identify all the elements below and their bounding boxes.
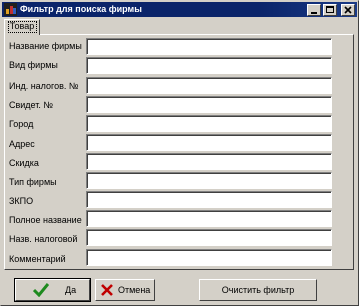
discount-input[interactable]: [86, 153, 332, 170]
comment-input[interactable]: [86, 249, 332, 266]
minimize-icon: [311, 12, 317, 14]
label-city: Город: [9, 119, 34, 129]
city-input[interactable]: [86, 115, 332, 132]
label-company-name: Название фирмы: [9, 41, 82, 51]
close-button[interactable]: [341, 4, 355, 16]
zkpo-input[interactable]: [86, 191, 332, 208]
minimize-button[interactable]: [307, 4, 321, 16]
tax-id-input[interactable]: [86, 77, 332, 94]
full-name-input[interactable]: [86, 210, 332, 227]
label-discount: Скидка: [9, 158, 39, 168]
cancel-x-icon: [101, 284, 113, 296]
filter-dialog: Фильтр для поиска фирмы Товар Название ф…: [0, 0, 359, 306]
label-certificate-no: Свидет. №: [9, 100, 54, 110]
cancel-button[interactable]: Отмена: [95, 279, 155, 301]
address-input[interactable]: [86, 134, 332, 151]
label-tax-id: Инд. налогов. №: [9, 81, 79, 91]
label-tax-office-name: Назв. налоговой: [9, 234, 78, 244]
certificate-no-input[interactable]: [86, 96, 332, 113]
label-zkpo: ЗКПО: [9, 196, 34, 206]
tab-tovar[interactable]: Товар: [4, 19, 40, 35]
label-full-name: Полное название: [9, 215, 82, 225]
app-icon: [4, 3, 17, 16]
label-company-type: Тип фирмы: [9, 177, 57, 187]
label-address: Адрес: [9, 139, 35, 149]
maximize-button[interactable]: [323, 4, 337, 16]
close-icon: [344, 6, 352, 14]
window-title: Фильтр для поиска фирмы: [20, 4, 142, 14]
cancel-label: Отмена: [118, 285, 151, 295]
clear-filter-button[interactable]: Очистить фильтр: [199, 279, 317, 301]
label-comment: Комментарий: [9, 254, 66, 264]
tax-office-name-input[interactable]: [86, 229, 332, 246]
maximize-icon: [326, 6, 334, 13]
ok-button[interactable]: Да: [14, 278, 91, 302]
clear-filter-label: Очистить фильтр: [221, 285, 295, 295]
company-kind-input[interactable]: [86, 57, 332, 74]
tab-focus-rect: [8, 21, 37, 33]
label-company-kind: Вид фирмы: [9, 60, 58, 70]
ok-label: Да: [65, 285, 77, 295]
checkmark-icon: [33, 283, 49, 297]
company-name-input[interactable]: [86, 38, 332, 55]
company-type-input[interactable]: [86, 172, 332, 189]
title-bar[interactable]: Фильтр для поиска фирмы: [2, 2, 357, 17]
